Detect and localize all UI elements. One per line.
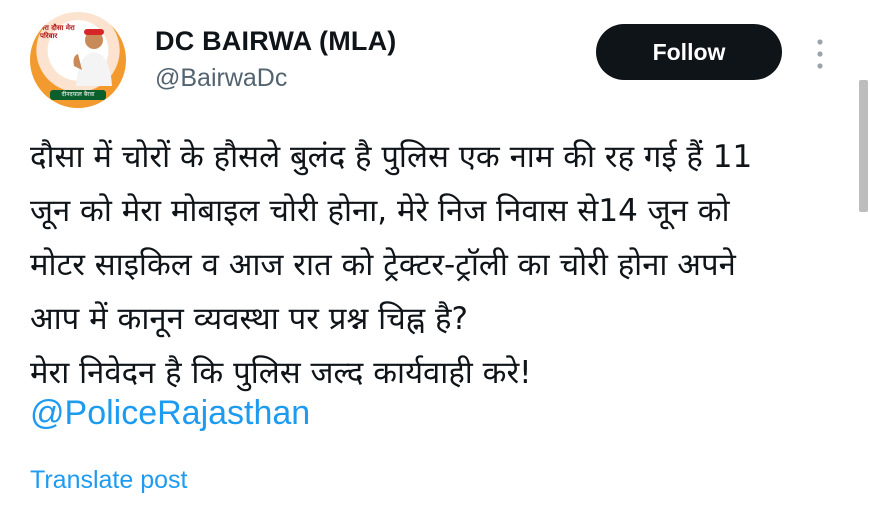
author-avatar[interactable]: मेरा दौसा मेरा परिवार दीनदयाल बैरवा bbox=[30, 12, 126, 108]
author-handle[interactable]: @BairwaDc bbox=[155, 64, 287, 93]
tweet-line: आप में कानून व्यवस्था पर प्रश्न चिह्न है… bbox=[30, 301, 468, 337]
tweet-line: मोटर साइकिल व आज रात को ट्रेक्टर-ट्रॉली … bbox=[30, 247, 736, 283]
tweet-text: दौसा में चोरों के हौसले बुलंद है पुलिस ए… bbox=[30, 130, 850, 400]
avatar-portrait bbox=[73, 29, 112, 86]
tweet-line: दौसा में चोरों के हौसले बुलंद है पुलिस ए… bbox=[30, 139, 753, 175]
scrollbar-thumb[interactable] bbox=[859, 80, 868, 212]
more-vertical-icon[interactable] bbox=[810, 34, 830, 74]
translate-post-link[interactable]: Translate post bbox=[30, 466, 187, 495]
mention-link[interactable]: @PoliceRajasthan bbox=[30, 394, 310, 433]
author-display-name[interactable]: DC BAIRWA (MLA) bbox=[155, 26, 396, 57]
follow-button[interactable]: Follow bbox=[596, 24, 782, 80]
avatar-name-banner: दीनदयाल बैरवा bbox=[50, 90, 106, 100]
tweet-line: जून को मेरा मोबाइल चोरी होना, मेरे निज न… bbox=[30, 193, 730, 229]
tweet-line: मेरा निवेदन है कि पुलिस जल्द कार्यवाही क… bbox=[30, 355, 532, 391]
